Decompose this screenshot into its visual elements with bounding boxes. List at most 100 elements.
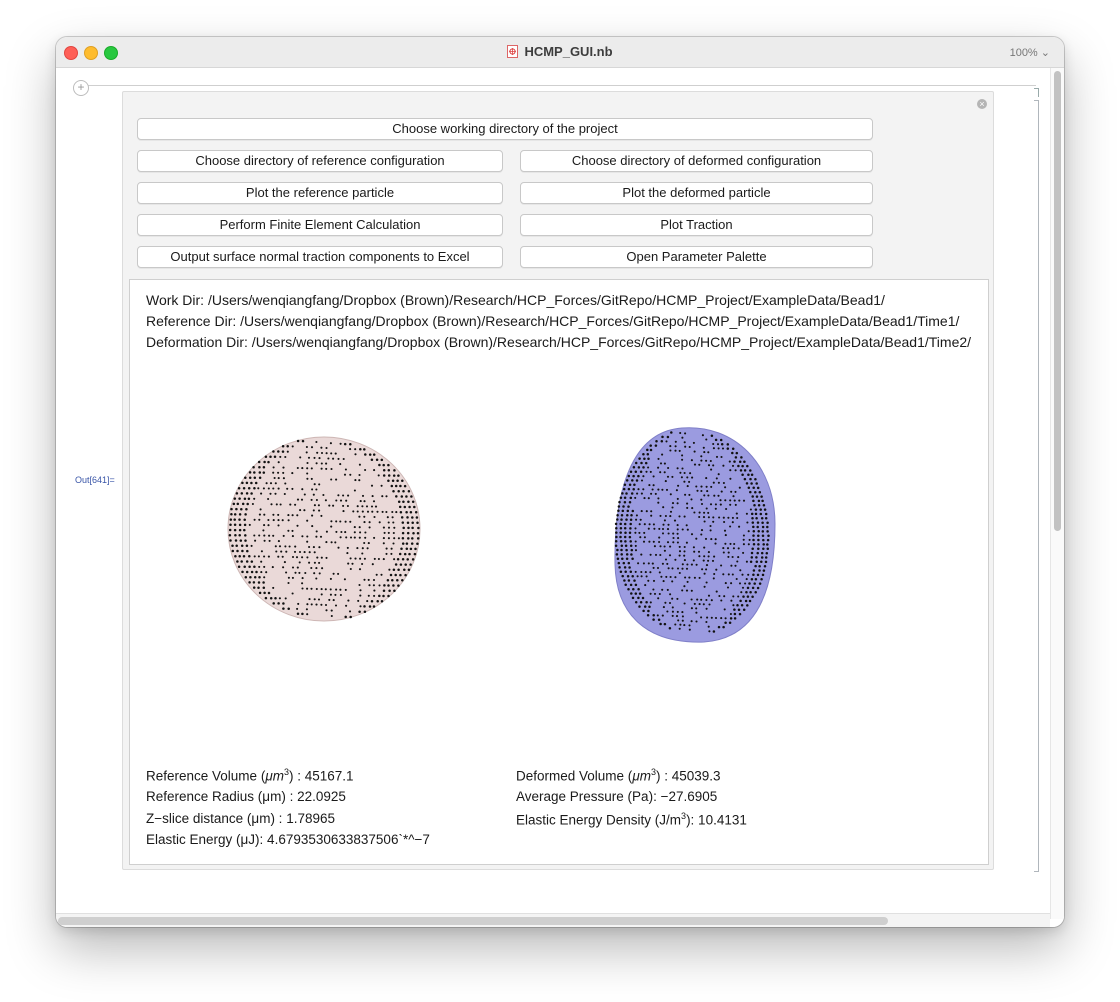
point-cloud-dot bbox=[238, 554, 241, 558]
point-cloud-dot bbox=[312, 493, 315, 496]
point-cloud-dot bbox=[403, 505, 407, 509]
point-cloud-dot bbox=[325, 446, 328, 450]
point-cloud-dot bbox=[372, 584, 375, 587]
plot-reference-button[interactable]: Plot the reference particle bbox=[137, 182, 503, 204]
point-cloud-dot bbox=[291, 445, 294, 448]
point-cloud-dot bbox=[628, 500, 632, 504]
point-cloud-dot bbox=[730, 490, 733, 493]
point-cloud-dot bbox=[630, 553, 633, 556]
point-cloud-dot bbox=[678, 545, 681, 548]
point-cloud-dot bbox=[766, 543, 769, 546]
point-cloud-dot bbox=[659, 514, 662, 517]
point-cloud-dot bbox=[712, 520, 715, 523]
horizontal-scrollbar[interactable] bbox=[56, 913, 1050, 927]
point-cloud-dot bbox=[349, 557, 352, 560]
point-cloud-dot bbox=[751, 516, 754, 520]
point-cloud-dot bbox=[634, 592, 638, 595]
output-excel-button[interactable]: Output surface normal traction component… bbox=[137, 246, 503, 268]
point-cloud-dot bbox=[712, 630, 716, 633]
point-cloud-dot bbox=[758, 569, 761, 572]
point-cloud-dot bbox=[620, 548, 623, 552]
point-cloud-dot bbox=[684, 493, 687, 496]
input-cell-bracket[interactable] bbox=[1034, 88, 1039, 97]
plot-traction-button[interactable]: Plot Traction bbox=[520, 214, 873, 236]
horizontal-scroll-thumb[interactable] bbox=[58, 917, 888, 925]
point-cloud-dot bbox=[258, 465, 261, 469]
point-cloud-dot bbox=[669, 493, 672, 496]
point-cloud-dot bbox=[258, 471, 262, 474]
point-cloud-dot bbox=[365, 505, 369, 508]
point-cloud-dot bbox=[752, 569, 756, 572]
point-cloud-dot bbox=[658, 592, 661, 596]
point-cloud-dot bbox=[619, 522, 622, 526]
vertical-scroll-thumb[interactable] bbox=[1054, 71, 1061, 531]
point-cloud-dot bbox=[681, 589, 684, 592]
point-cloud-dot bbox=[707, 464, 711, 467]
point-cloud-dot bbox=[666, 528, 670, 531]
point-cloud-dot bbox=[392, 521, 395, 524]
point-cloud-dot bbox=[734, 564, 737, 567]
point-cloud-dot bbox=[656, 614, 659, 617]
point-cloud-dot bbox=[630, 548, 634, 552]
point-cloud-dot bbox=[698, 576, 701, 579]
point-cloud-dot bbox=[265, 482, 268, 485]
point-cloud-dot bbox=[748, 538, 751, 541]
point-cloud-dot bbox=[755, 560, 759, 564]
point-cloud-dot bbox=[766, 530, 769, 533]
point-cloud-dot bbox=[766, 538, 770, 542]
point-cloud-dot bbox=[345, 604, 348, 607]
point-cloud-dot bbox=[647, 527, 650, 530]
point-cloud-dot bbox=[287, 576, 290, 579]
point-cloud-dot bbox=[719, 438, 723, 442]
point-cloud-dot bbox=[412, 531, 415, 535]
plot-deformed-button[interactable]: Plot the deformed particle bbox=[520, 182, 873, 204]
point-cloud-dot bbox=[731, 464, 735, 467]
point-cloud-dot bbox=[344, 615, 347, 619]
point-cloud-dot bbox=[653, 527, 656, 530]
add-cell-button[interactable]: + bbox=[73, 80, 89, 96]
point-cloud-dot bbox=[408, 505, 411, 509]
point-cloud-dot bbox=[396, 479, 399, 483]
point-cloud-dot bbox=[363, 605, 366, 608]
zoom-level-menu[interactable]: 100% ⌄ bbox=[1010, 46, 1050, 59]
close-icon[interactable]: × bbox=[977, 99, 987, 109]
point-cloud-dot bbox=[750, 577, 754, 581]
point-cloud-dot bbox=[233, 528, 237, 532]
point-cloud-dot bbox=[642, 562, 645, 565]
point-cloud-dot bbox=[713, 494, 716, 497]
point-cloud-dot bbox=[761, 573, 765, 577]
point-cloud-dot bbox=[367, 578, 370, 581]
finite-element-button[interactable]: Perform Finite Element Calculation bbox=[137, 214, 503, 236]
point-cloud-dot bbox=[315, 462, 318, 465]
output-cell-bracket[interactable] bbox=[1034, 100, 1039, 872]
point-cloud-dot bbox=[263, 513, 266, 516]
point-cloud-dot bbox=[250, 481, 253, 485]
point-cloud-dot bbox=[278, 545, 282, 548]
choose-working-dir-button[interactable]: Choose working directory of the project bbox=[137, 118, 873, 140]
point-cloud-dot bbox=[733, 499, 736, 502]
reference-volume-label: Reference Volume ( bbox=[146, 768, 266, 784]
point-cloud-dot bbox=[627, 487, 631, 491]
point-cloud-dot bbox=[296, 612, 300, 616]
point-cloud-dot bbox=[750, 556, 754, 559]
point-cloud-dot bbox=[747, 486, 751, 490]
point-cloud-dot bbox=[657, 501, 660, 504]
point-cloud-dot bbox=[243, 523, 247, 527]
point-cloud-dot bbox=[671, 606, 674, 609]
point-cloud-dot bbox=[703, 546, 706, 549]
point-cloud-dot bbox=[394, 484, 398, 488]
average-pressure-stat: Average Pressure (Pa): −27.6905 bbox=[516, 789, 718, 804]
point-cloud-dot bbox=[390, 552, 393, 555]
point-cloud-dot bbox=[250, 570, 254, 574]
point-cloud-dot bbox=[669, 593, 672, 596]
point-cloud-dot bbox=[253, 555, 256, 558]
choose-reference-dir-button[interactable]: Choose directory of reference configurat… bbox=[137, 150, 503, 172]
point-cloud-dot bbox=[663, 549, 666, 552]
point-cloud-dot bbox=[643, 497, 646, 500]
point-cloud-dot bbox=[364, 468, 367, 472]
choose-deformed-dir-button[interactable]: Choose directory of deformed configurati… bbox=[520, 150, 873, 172]
vertical-scrollbar[interactable] bbox=[1050, 68, 1064, 919]
point-cloud-dot bbox=[705, 598, 708, 602]
open-parameter-palette-button[interactable]: Open Parameter Palette bbox=[520, 246, 873, 268]
point-cloud-dot bbox=[620, 553, 623, 556]
